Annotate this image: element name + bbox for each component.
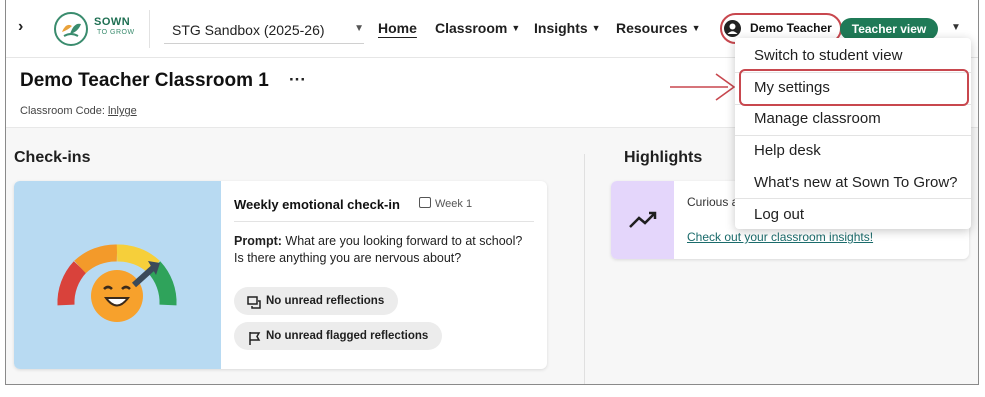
nav-link-home-label: Home <box>378 20 417 36</box>
unread-reflections-label: No unread reflections <box>266 295 385 307</box>
logo-text: SOWN <box>94 16 131 28</box>
classroom-insights-link[interactable]: Check out your classroom insights! <box>687 230 873 244</box>
highlights-heading: Highlights <box>624 149 703 166</box>
logo-subtext: TO GROW <box>97 29 135 36</box>
menu-item-help-desk[interactable]: Help desk <box>735 135 971 167</box>
unread-reflections-button[interactable]: No unread reflections <box>234 287 399 315</box>
highlight-icon-box <box>611 181 674 259</box>
chat-bubbles-icon <box>247 294 261 309</box>
user-menu-caret-icon[interactable]: ▼ <box>951 22 961 33</box>
flag-icon <box>247 329 261 345</box>
nav-link-insights[interactable]: Insights ▼ <box>534 20 601 36</box>
mood-gauge-icon <box>57 244 177 322</box>
annotation-arrow-icon <box>670 73 736 101</box>
menu-item-log-out[interactable]: Log out <box>735 199 971 231</box>
divider <box>234 221 534 222</box>
checkin-prompt: Prompt: What are you looking forward to … <box>234 233 534 267</box>
caret-down-icon: ▼ <box>691 23 701 33</box>
page-title: Demo Teacher Classroom 1 <box>20 70 269 91</box>
nav-divider <box>149 10 150 48</box>
column-divider <box>584 154 585 384</box>
flagged-reflections-label: No unread flagged reflections <box>266 330 429 342</box>
flagged-reflections-button[interactable]: No unread flagged reflections <box>234 322 443 350</box>
nav-link-classroom-label: Classroom <box>435 20 508 36</box>
annotation-highlight-box <box>739 69 969 106</box>
checkin-body: Weekly emotional check-in Week 1 Prompt:… <box>234 181 537 369</box>
school-year-value: STG Sandbox (2025-26) <box>172 22 325 38</box>
school-year-select[interactable]: STG Sandbox (2025-26) ▼ <box>164 14 364 44</box>
menu-item-whats-new[interactable]: What's new at Sown To Grow? <box>735 167 971 199</box>
trending-up-icon <box>629 211 657 228</box>
nav-link-home[interactable]: Home <box>378 20 417 36</box>
user-dropdown-menu: Switch to student view My settings Manag… <box>735 38 971 229</box>
week-label: Week 1 <box>435 198 473 210</box>
checkin-illustration <box>14 181 221 369</box>
classroom-code: Classroom Code: lnlyge <box>20 105 137 117</box>
week-tag: Week 1 <box>419 197 472 210</box>
select-caret-icon: ▼ <box>354 23 364 34</box>
nav-link-resources[interactable]: Resources ▼ <box>616 20 701 36</box>
classroom-code-label: Classroom Code: <box>20 105 105 117</box>
nav-link-insights-label: Insights <box>534 20 588 36</box>
logo-badge-icon <box>54 12 88 46</box>
checkin-card[interactable]: Weekly emotional check-in Week 1 Prompt:… <box>14 181 547 369</box>
teacher-view-badge[interactable]: Teacher view <box>840 18 938 40</box>
checkins-heading: Check-ins <box>14 149 91 166</box>
sown-to-grow-logo[interactable]: SOWN TO GROW <box>54 10 142 46</box>
menu-item-manage-classroom[interactable]: Manage classroom <box>735 103 971 135</box>
caret-down-icon: ▼ <box>511 23 521 33</box>
more-options-button[interactable]: ··· <box>289 70 306 90</box>
nav-link-resources-label: Resources <box>616 20 688 36</box>
nav-link-classroom[interactable]: Classroom ▼ <box>435 20 520 36</box>
calendar-icon <box>419 197 431 208</box>
expand-sidebar-chevron-icon[interactable]: › <box>18 18 23 36</box>
menu-item-switch-student-view[interactable]: Switch to student view <box>735 40 971 72</box>
classroom-code-value[interactable]: lnlyge <box>108 105 137 117</box>
prompt-label: Prompt: <box>234 234 282 248</box>
caret-down-icon: ▼ <box>591 23 601 33</box>
app-frame: › SOWN TO GROW STG Sandbox (2025-26) ▼ H… <box>5 0 979 385</box>
checkin-title: Weekly emotional check-in <box>234 197 400 212</box>
